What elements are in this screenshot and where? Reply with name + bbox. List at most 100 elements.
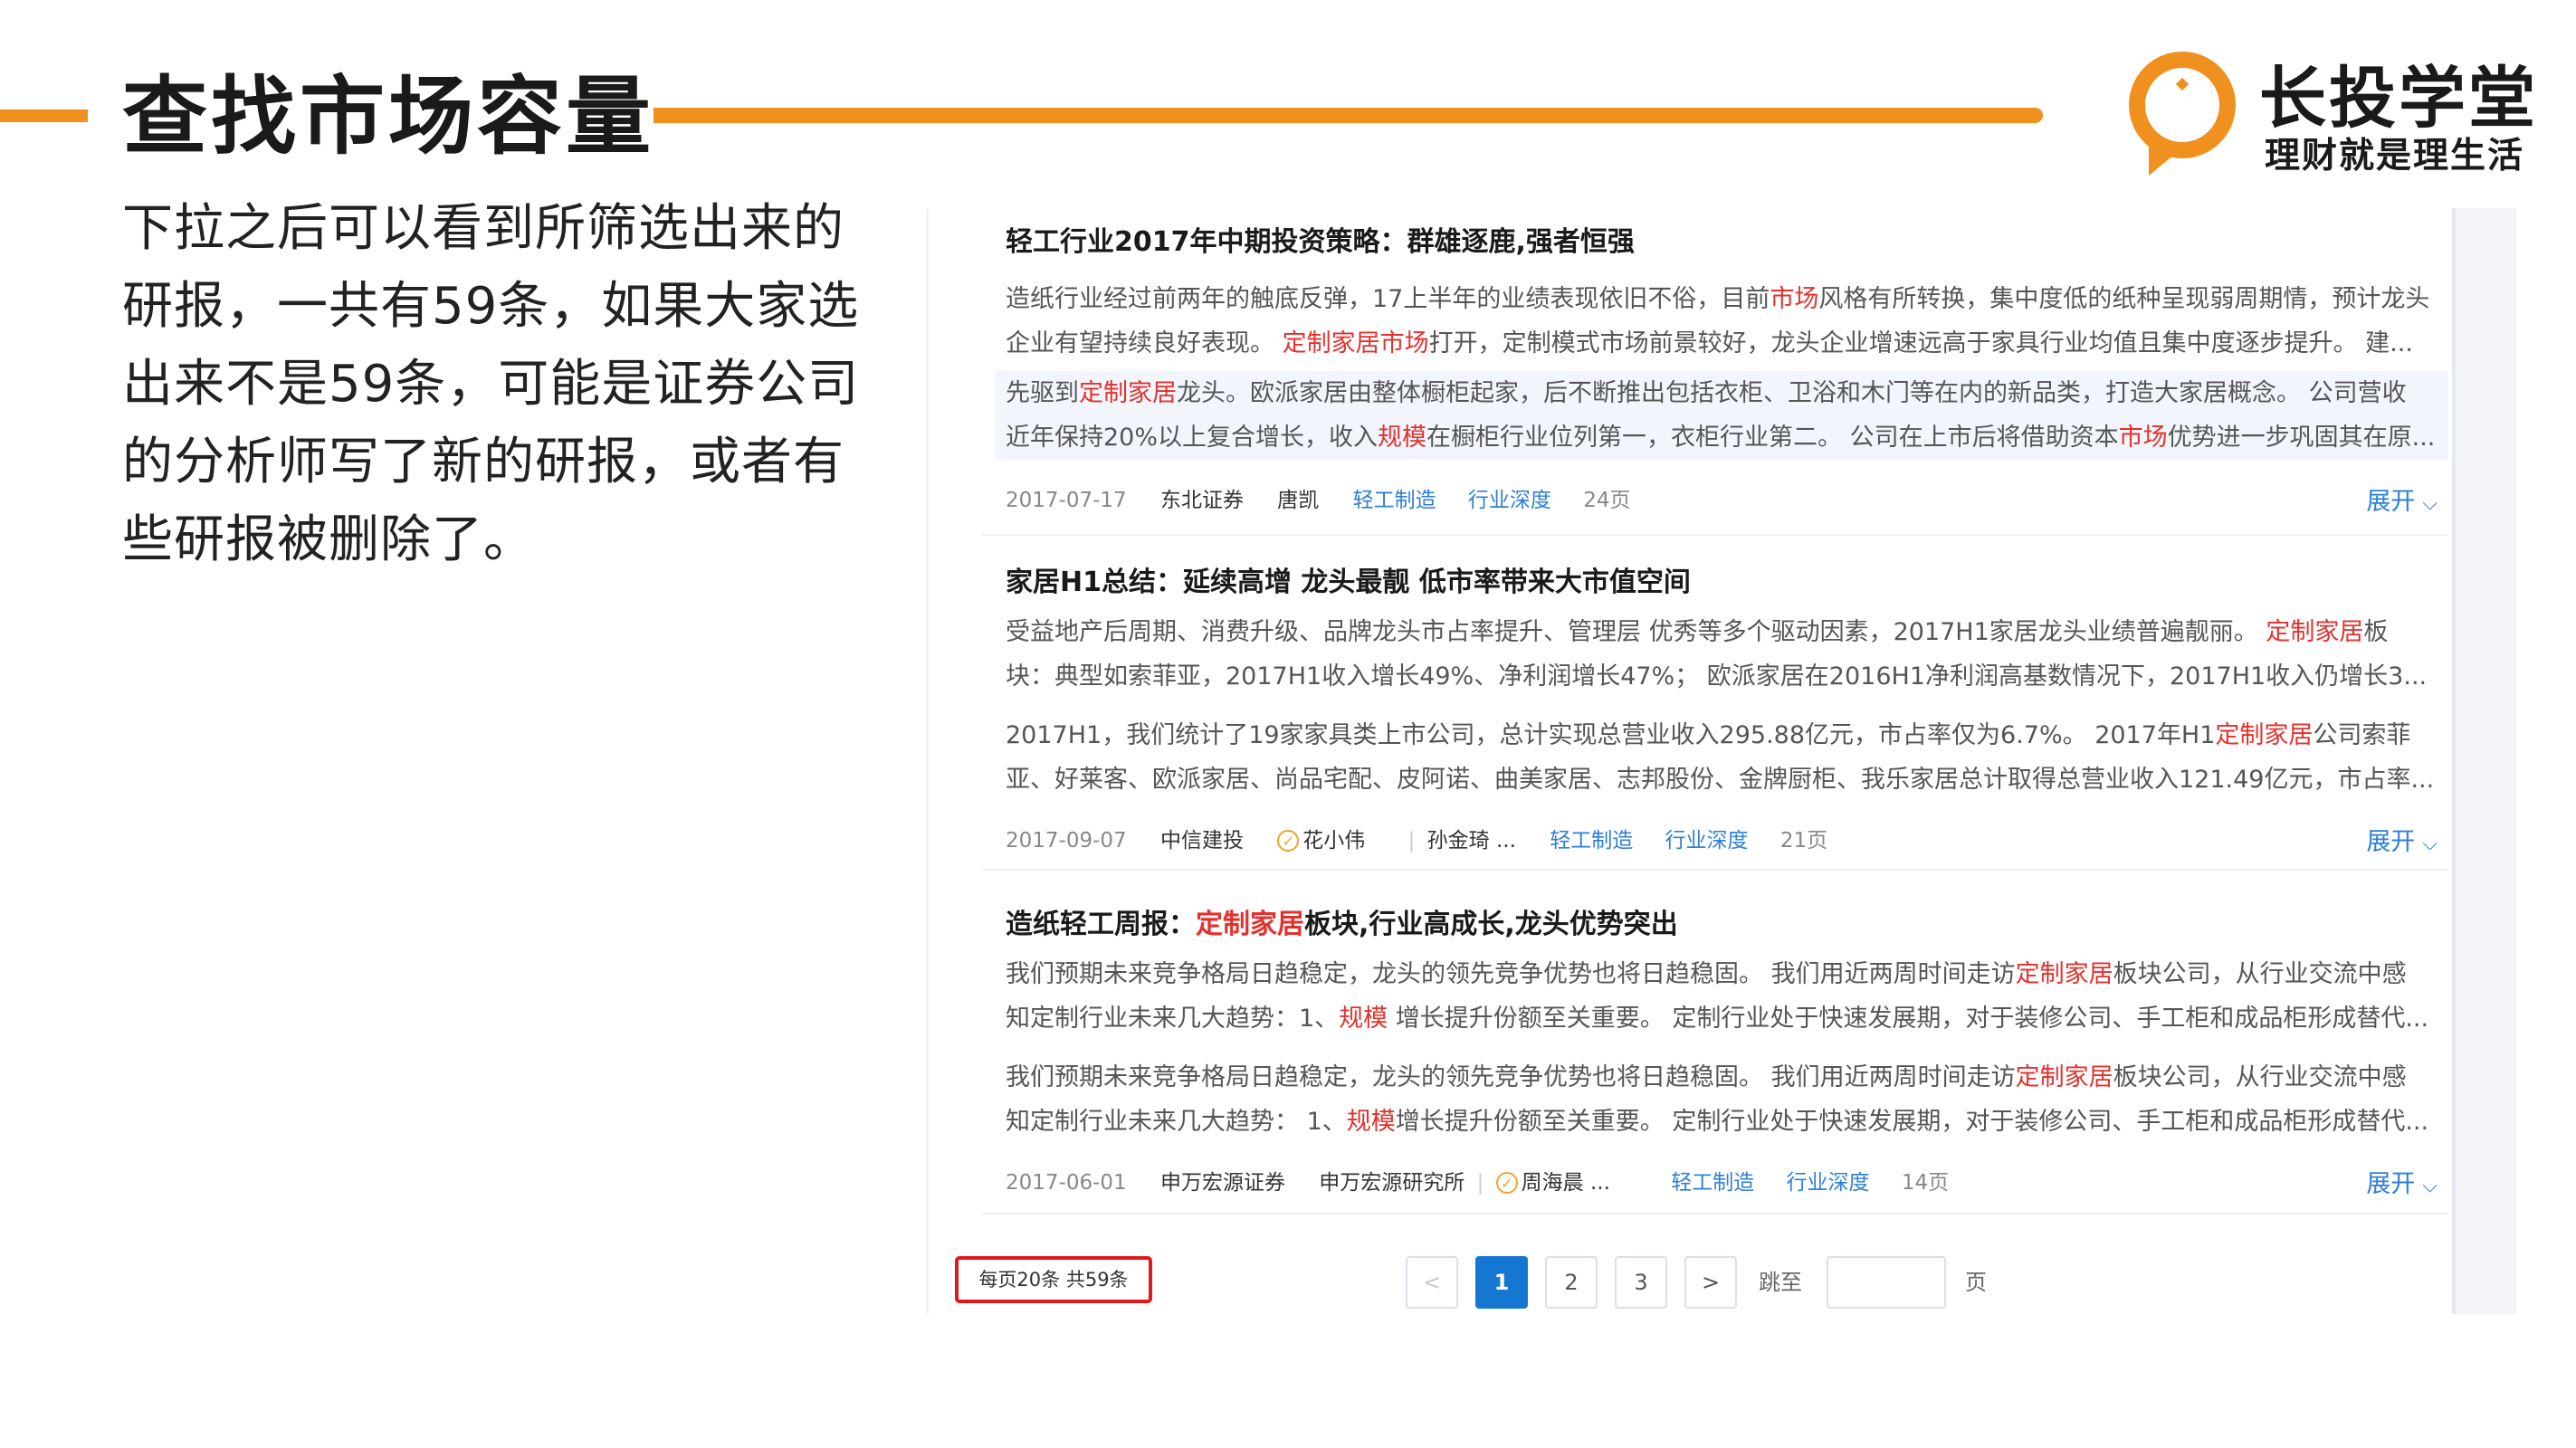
report-meta: 2017-09-07 中信建投 ✓ 花小伟 | 孙金琦 ... 轻工制造 行业深度… <box>1006 822 2418 858</box>
abstract-line: 块：典型如索菲亚，2017H1收入增长49%、净利润增长47%； 欧派家居在20… <box>1006 654 2436 699</box>
report-author[interactable]: 唐凯 <box>1277 482 1319 519</box>
page-button-1[interactable]: 1 <box>1475 1256 1528 1309</box>
abstract-line: 先驱到定制家居龙头。欧派家居由整体橱柜起家，后不断推出包括衣柜、卫浴和木门等在内… <box>1006 371 2448 415</box>
text-segment: 近年保持20%以上复合增长，收入 <box>1006 424 1379 452</box>
chevron-down-icon: ⌵ <box>2422 833 2438 855</box>
keyword-highlight: 定制家居市场 <box>1282 329 1429 357</box>
abstract-line: 企业有望持续良好表现。 定制家居市场打开，定制模式市场前景较好，龙头企业增速远高… <box>1006 321 2436 366</box>
page-button-2[interactable]: 2 <box>1545 1256 1598 1309</box>
abstract-line: 亚、好莱客、欧派家居、尚品宅配、皮阿诺、曲美家居、志邦股份、金牌厨柜、我乐家居总… <box>1006 757 2436 802</box>
text-segment: 造纸行业经过前两年的触底反弹，17上半年的业绩表现依旧不俗，目前 <box>1006 285 1770 313</box>
report-tag[interactable]: 行业深度 <box>1665 823 1749 859</box>
jump-suffix: 页 <box>1965 1270 1987 1295</box>
report-pages: 21页 <box>1779 828 1828 853</box>
text-segment: 知定制行业未来几大趋势：1、 <box>1006 1005 1340 1033</box>
next-page-button[interactable]: > <box>1684 1256 1737 1309</box>
text-segment: 龙头。欧派家居由整体橱柜起家，后不断推出包括衣柜、卫浴和木门等在内的新品类，打造… <box>1177 379 2407 407</box>
keyword-highlight: 规模 <box>1378 424 1427 452</box>
report-tag[interactable]: 轻工制造 <box>1353 482 1436 519</box>
header-accent-bar-left <box>0 110 88 122</box>
report-institute[interactable]: 申万宏源研究所 <box>1319 1165 1465 1201</box>
text-segment: 增长提升份额至关重要。 定制行业处于快速发展期，对于装修公司、手工柜和成品柜形成… <box>1388 1005 2429 1033</box>
text-segment: 在橱柜行业位列第一，衣柜行业第二。 公司在上市后将借助资本 <box>1426 424 2119 452</box>
text-segment: 公司索菲 <box>2313 721 2411 749</box>
text-segment: 企业有望持续良好表现。 <box>1006 329 1283 357</box>
report-item[interactable]: 轻工行业2017年中期投资策略：群雄逐鹿,强者恒强 造纸行业经过前两年的触底反弹… <box>982 208 2448 536</box>
expand-button[interactable]: 展开 ⌵ <box>2366 481 2438 517</box>
brand-slogan: 理财就是理生活 <box>2265 136 2525 176</box>
expand-label: 展开 <box>2366 488 2416 516</box>
keyword-highlight: 定制家居 <box>2015 1063 2113 1091</box>
separator: | <box>1476 1170 1484 1195</box>
keyword-highlight: 定制家居 <box>2215 721 2314 749</box>
slide-description: 下拉之后可以看到所筛选出来的研报，一共有59条，如果大家选出来不是59条，可能是… <box>122 199 860 569</box>
text-segment: 先驱到 <box>1006 379 1079 407</box>
text-segment: 我们预期未来竞争格局日趋稳定，龙头的领先竞争优势也将日趋稳固。 我们用近两周时间… <box>1006 960 2016 988</box>
text-segment: 打开，定制模式市场前景较好，龙头企业增速远高于家具行业均值且集中度逐步提升。 建… <box>1428 329 2413 357</box>
panel-left-border <box>926 208 929 1314</box>
report-pages: 14页 <box>1901 1170 1950 1195</box>
text-segment: 受益地产后周期、消费升级、品牌龙头市占率提升、管理层 优秀等多个驱动因素，201… <box>1006 618 2266 646</box>
page-button-3[interactable]: 3 <box>1615 1256 1667 1309</box>
keyword-highlight: 市场 <box>1770 285 1819 313</box>
keyword-highlight: 规模 <box>1339 1005 1388 1033</box>
report-abstract: 我们预期未来竞争格局日趋稳定，龙头的领先竞争优势也将日趋稳固。 我们用近两周时间… <box>1006 952 2436 1041</box>
verified-badge-icon: ✓ <box>1277 829 1300 852</box>
report-title[interactable]: 造纸轻工周报：定制家居板块,行业高成长,龙头优势突出 <box>1006 901 1678 941</box>
report-analyst[interactable]: 孙金琦 ... <box>1427 823 1516 859</box>
text-segment: 板块,行业高成长,龙头优势突出 <box>1304 909 1678 940</box>
report-tag[interactable]: 轻工制造 <box>1671 1165 1754 1201</box>
panel-scroll-track[interactable] <box>2452 208 2456 1314</box>
report-list-panel: 轻工行业2017年中期投资策略：群雄逐鹿,强者恒强 造纸行业经过前两年的触底反弹… <box>926 208 2456 1314</box>
report-abstract: 受益地产后周期、消费升级、品牌龙头市占率提升、管理层 优秀等多个驱动因素，201… <box>1006 610 2436 699</box>
report-meta: 2017-06-01 申万宏源证券 申万宏源研究所 | ✓ 周海晨 ... 轻工制… <box>1006 1164 2418 1200</box>
report-broker[interactable]: 东北证券 <box>1160 482 1244 519</box>
report-meta: 2017-07-17 东北证券 唐凯 轻工制造 行业深度 24页 <box>1006 481 2418 518</box>
report-date: 2017-07-17 <box>1006 488 1127 512</box>
slide-title: 查找市场容量 <box>122 68 655 167</box>
keyword-highlight: 定制家居 <box>1079 379 1177 407</box>
report-item[interactable]: 造纸轻工周报：定制家居板块,行业高成长,龙头优势突出 我们预期未来竞争格局日趋稳… <box>982 883 2448 1215</box>
text-segment: 板 <box>2363 618 2389 646</box>
expand-button[interactable]: 展开 ⌵ <box>2366 1164 2438 1199</box>
text-segment: 知定制行业未来几大趋势： 1、 <box>1006 1108 1347 1136</box>
expand-label: 展开 <box>2366 828 2416 856</box>
report-abstract: 我们预期未来竞争格局日趋稳定，龙头的领先竞争优势也将日趋稳固。 我们用近两周时间… <box>1006 1055 2436 1144</box>
jump-page-input[interactable] <box>1827 1256 1946 1309</box>
text-segment: 板块公司，从行业交流中感 <box>2113 1063 2407 1091</box>
analyst-name: 花小伟 <box>1302 828 1366 853</box>
report-item[interactable]: 家居H1总结：延续高增 龙头最靓 低市率带来大市值空间 受益地产后周期、消费升级… <box>982 536 2448 871</box>
keyword-highlight: 市场 <box>2118 424 2168 452</box>
abstract-line: 我们预期未来竞争格局日趋稳定，龙头的领先竞争优势也将日趋稳固。 我们用近两周时间… <box>1006 952 2436 996</box>
prev-page-button[interactable]: < <box>1406 1256 1458 1309</box>
keyword-highlight: 定制家居 <box>2266 618 2364 646</box>
report-abstract-highlighted: 先驱到定制家居龙头。欧派家居由整体橱柜起家，后不断推出包括衣柜、卫浴和木门等在内… <box>995 371 2448 460</box>
report-date: 2017-09-07 <box>1006 828 1127 853</box>
text-segment: 风格有所转换，集中度低的纸种呈现弱周期情，预计龙头 <box>1818 285 2430 313</box>
report-title[interactable]: 轻工行业2017年中期投资策略：群雄逐鹿,强者恒强 <box>1006 219 1635 259</box>
abstract-line: 造纸行业经过前两年的触底反弹，17上半年的业绩表现依旧不俗，目前市场风格有所转换… <box>1006 277 2436 321</box>
report-pages: 24页 <box>1583 488 1631 512</box>
report-analyst[interactable]: ✓ 花小伟 <box>1277 822 1392 859</box>
report-analyst[interactable]: ✓ 周海晨 ... <box>1495 1164 1637 1201</box>
abstract-line: 我们预期未来竞争格局日趋稳定，龙头的领先竞争优势也将日趋稳固。 我们用近两周时间… <box>1006 1055 2436 1100</box>
report-broker[interactable]: 中信建投 <box>1160 823 1244 859</box>
text-segment: 2017H1，我们统计了19家家具类上市公司，总计实现总营业收入295.88亿元… <box>1006 721 2216 749</box>
report-broker[interactable]: 申万宏源证券 <box>1160 1165 1285 1201</box>
keyword-highlight: 定制家居 <box>2015 960 2113 988</box>
report-tag[interactable]: 行业深度 <box>1787 1165 1870 1201</box>
report-title[interactable]: 家居H1总结：延续高增 龙头最靓 低市率带来大市值空间 <box>1006 559 1691 599</box>
report-date: 2017-06-01 <box>1006 1170 1127 1195</box>
abstract-line: 受益地产后周期、消费升级、品牌龙头市占率提升、管理层 优秀等多个驱动因素，201… <box>1006 610 2436 654</box>
keyword-highlight: 定制家居 <box>1196 909 1304 940</box>
keyword-highlight: 规模 <box>1346 1108 1396 1136</box>
abstract-line: 2017H1，我们统计了19家家具类上市公司，总计实现总营业收入295.88亿元… <box>1006 713 2436 757</box>
header-accent-bar-right <box>654 108 2043 123</box>
brand-name: 长投学堂 <box>2259 60 2538 138</box>
abstract-line: 知定制行业未来几大趋势： 1、规模增长提升份额至关重要。 定制行业处于快速发展期… <box>1006 1100 2436 1144</box>
text-segment: 增长提升份额至关重要。 定制行业处于快速发展期，对于装修公司、手工柜和成品柜形成… <box>1395 1108 2429 1136</box>
text-segment: 亚、好莱客、欧派家居、尚品宅配、皮阿诺、曲美家居、志邦股份、金牌厨柜、我乐家居总… <box>1006 766 2435 794</box>
expand-button[interactable]: 展开 ⌵ <box>2366 822 2438 857</box>
report-tag[interactable]: 行业深度 <box>1468 482 1551 519</box>
report-tag[interactable]: 轻工制造 <box>1550 823 1633 859</box>
